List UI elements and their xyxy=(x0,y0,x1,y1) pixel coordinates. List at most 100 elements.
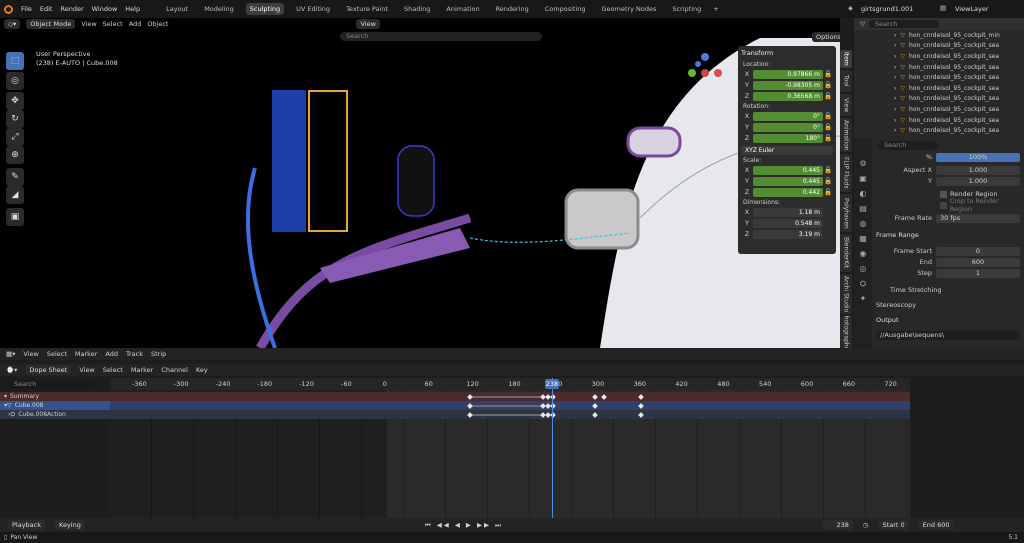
expand-arrow-icon[interactable]: › xyxy=(894,106,896,113)
playback-menu[interactable]: Playback xyxy=(8,520,46,530)
orientation-select[interactable]: View xyxy=(356,18,380,29)
editor-type-button[interactable]: ⌚▾ xyxy=(6,366,17,374)
channel-summary[interactable]: ▾ Summary xyxy=(0,392,110,401)
expand-arrow-icon[interactable]: › xyxy=(894,117,896,124)
location-z-field[interactable]: 0.36568 m xyxy=(753,91,823,101)
outliner-item[interactable]: › ▽hon_cnrdeisol_95_cockpit_sea xyxy=(854,125,1024,136)
outliner-item[interactable]: › ▽hon_cnrdeisol_95_cockpit_sea xyxy=(854,62,1024,73)
vp-menu-select[interactable]: Select xyxy=(103,20,123,28)
ntab-photographer[interactable]: Photographer xyxy=(840,316,852,348)
lock-icon[interactable]: 🔓 xyxy=(823,166,833,174)
options-button[interactable]: Options xyxy=(812,32,840,42)
expand-arrow-icon[interactable]: › xyxy=(894,32,896,39)
add-workspace-button[interactable]: + xyxy=(713,5,718,13)
lock-icon[interactable]: 🔓 xyxy=(823,177,833,185)
frame-step-field[interactable]: 1 xyxy=(936,268,1020,278)
current-frame-badge[interactable]: 238 xyxy=(545,379,559,389)
expand-arrow-icon[interactable]: › xyxy=(894,85,896,92)
time-ruler[interactable]: -360-300-240-180-120-6006012018024030036… xyxy=(110,378,910,390)
start-frame-field[interactable]: Start 0 xyxy=(878,520,909,530)
render-region-checkbox[interactable] xyxy=(940,190,947,198)
tab-scripting[interactable]: Scripting xyxy=(668,3,705,15)
location-y-field[interactable]: -0.98305 m xyxy=(753,80,823,90)
lock-icon[interactable]: 🔓 xyxy=(823,112,833,120)
cursor-tool-icon[interactable]: ◎ xyxy=(6,72,24,90)
ntab-archi-studio[interactable]: Archi Studio xyxy=(840,274,852,314)
end-frame-field[interactable]: End 600 xyxy=(918,520,954,530)
outliner-item[interactable]: › ▽hon_cnrdeisol_95_cockpit_sea xyxy=(854,94,1024,105)
rotate-tool-icon[interactable]: ↻ xyxy=(6,110,24,128)
expand-arrow-icon[interactable]: › xyxy=(894,64,896,71)
scale-y-field[interactable]: 0.445 xyxy=(753,176,823,186)
outliner-search[interactable]: Search xyxy=(869,20,939,28)
properties-tab-icons[interactable]: ⚙ ▣ ◐ ▤ ◍ ▦ ◉ ◎ ⛭ ✦ xyxy=(854,138,872,306)
ds-menu-key[interactable]: Key xyxy=(196,366,208,374)
seq-menu-track[interactable]: Track xyxy=(126,350,143,358)
frame-end-field[interactable]: 600 xyxy=(936,257,1020,267)
time-stretching-panel[interactable]: Time Stretching xyxy=(890,286,941,294)
select-tool-icon[interactable]: ⬚ xyxy=(6,52,24,70)
playback-controls[interactable]: ⏮ ◀◀ ◀ ▶ ▶▶ ⏭ xyxy=(425,521,503,530)
resolution-percent-field[interactable]: 100% xyxy=(936,152,1020,162)
channel-action[interactable]: ›⛭ Cube.008Action xyxy=(0,410,110,419)
crop-checkbox[interactable] xyxy=(940,201,947,209)
vp-search[interactable]: Search xyxy=(340,32,542,41)
keying-menu[interactable]: Keying xyxy=(55,520,85,530)
menu-help[interactable]: Help xyxy=(125,5,140,13)
scale-z-field[interactable]: 0.442 xyxy=(753,187,823,197)
ds-menu-select[interactable]: Select xyxy=(103,366,123,374)
ntab-flip-fluids[interactable]: FLIP Fluids xyxy=(840,154,852,192)
frame-range-panel[interactable]: Frame Range xyxy=(876,231,919,239)
expand-arrow-icon[interactable]: › xyxy=(894,42,896,49)
frame-start-field[interactable]: 0 xyxy=(936,246,1020,256)
transform-tool-icon[interactable]: ⊕ xyxy=(6,146,24,164)
tab-sculpting[interactable]: Sculpting xyxy=(245,3,285,15)
vp-menu-object[interactable]: Object xyxy=(147,20,168,28)
blender-logo-icon[interactable] xyxy=(4,4,13,14)
transform-title[interactable]: Transform xyxy=(741,49,833,57)
current-frame-field[interactable]: 238 xyxy=(822,520,853,530)
menu-edit[interactable]: Edit xyxy=(40,5,53,13)
tab-modeling[interactable]: Modeling xyxy=(200,3,238,15)
menu-window[interactable]: Window xyxy=(92,5,118,13)
outliner-item[interactable]: › ▽hon_cnrdeisol_95_cockpit_sea xyxy=(854,41,1024,52)
lock-icon[interactable]: 🔓 xyxy=(823,123,833,131)
tab-geometry-nodes[interactable]: Geometry Nodes xyxy=(598,3,661,15)
vp-menu-add[interactable]: Add xyxy=(129,20,142,28)
vp-menu-view[interactable]: View xyxy=(81,20,96,28)
outliner-item[interactable]: › ▽hon_cnrdeisol_95_cockpit_sea xyxy=(854,115,1024,126)
tab-animation[interactable]: Animation xyxy=(442,3,483,15)
ds-menu-channel[interactable]: Channel xyxy=(161,366,188,374)
ntab-view[interactable]: View xyxy=(840,94,852,116)
tab-shading[interactable]: Shading xyxy=(400,3,434,15)
properties-search[interactable]: Search xyxy=(878,141,938,150)
ntab-animation[interactable]: Animation xyxy=(840,118,852,152)
output-path-field[interactable]: //Ausgabe\sequens\ xyxy=(876,330,1020,340)
stereoscopy-panel[interactable]: Stereoscopy xyxy=(876,301,916,309)
scale-tool-icon[interactable]: ⤢ xyxy=(6,128,24,146)
ds-menu-marker[interactable]: Marker xyxy=(131,366,153,374)
editor-type-button[interactable]: ◇▾ xyxy=(4,18,21,29)
scale-x-field[interactable]: 0.445 xyxy=(753,165,823,175)
ntab-blenderkit[interactable]: BlenderKit xyxy=(840,234,852,272)
annotate-tool-icon[interactable]: ✎ xyxy=(6,168,24,186)
menu-render[interactable]: Render xyxy=(60,5,83,13)
seq-menu-strip[interactable]: Strip xyxy=(151,350,166,358)
add-cube-tool-icon[interactable]: ▣ xyxy=(6,208,24,226)
dopesheet[interactable]: Search -360 -300 -240 -180 -120 -60 0 60 120 180 2… xyxy=(0,378,1024,518)
outliner-item[interactable]: › ▽hon_cnrdeisol_95_cockpit_sea xyxy=(854,72,1024,83)
seq-menu-select[interactable]: Select xyxy=(47,350,67,358)
frame-rate-select[interactable]: 30 fps xyxy=(936,213,1020,223)
aspect-y-field[interactable]: 1.000 xyxy=(936,176,1020,186)
lock-icon[interactable]: 🔓 xyxy=(823,134,833,142)
outliner-item[interactable]: › ▽hon_cnrdeisol_95_cockpit_sea xyxy=(854,104,1024,115)
expand-arrow-icon[interactable]: › xyxy=(894,53,896,60)
3d-viewport[interactable]: ◇▾ Object Mode View Select Add Object Vi… xyxy=(0,18,840,348)
lock-icon[interactable]: 🔓 xyxy=(823,188,833,196)
viewlayer-name[interactable]: ViewLayer xyxy=(955,5,989,13)
seq-menu-add[interactable]: Add xyxy=(105,350,118,358)
rotation-y-field[interactable]: 0° xyxy=(753,122,823,132)
tab-uv-editing[interactable]: UV Editing xyxy=(292,3,334,15)
mode-select[interactable]: Object Mode xyxy=(26,18,76,29)
ntab-tool[interactable]: Tool xyxy=(840,70,852,92)
